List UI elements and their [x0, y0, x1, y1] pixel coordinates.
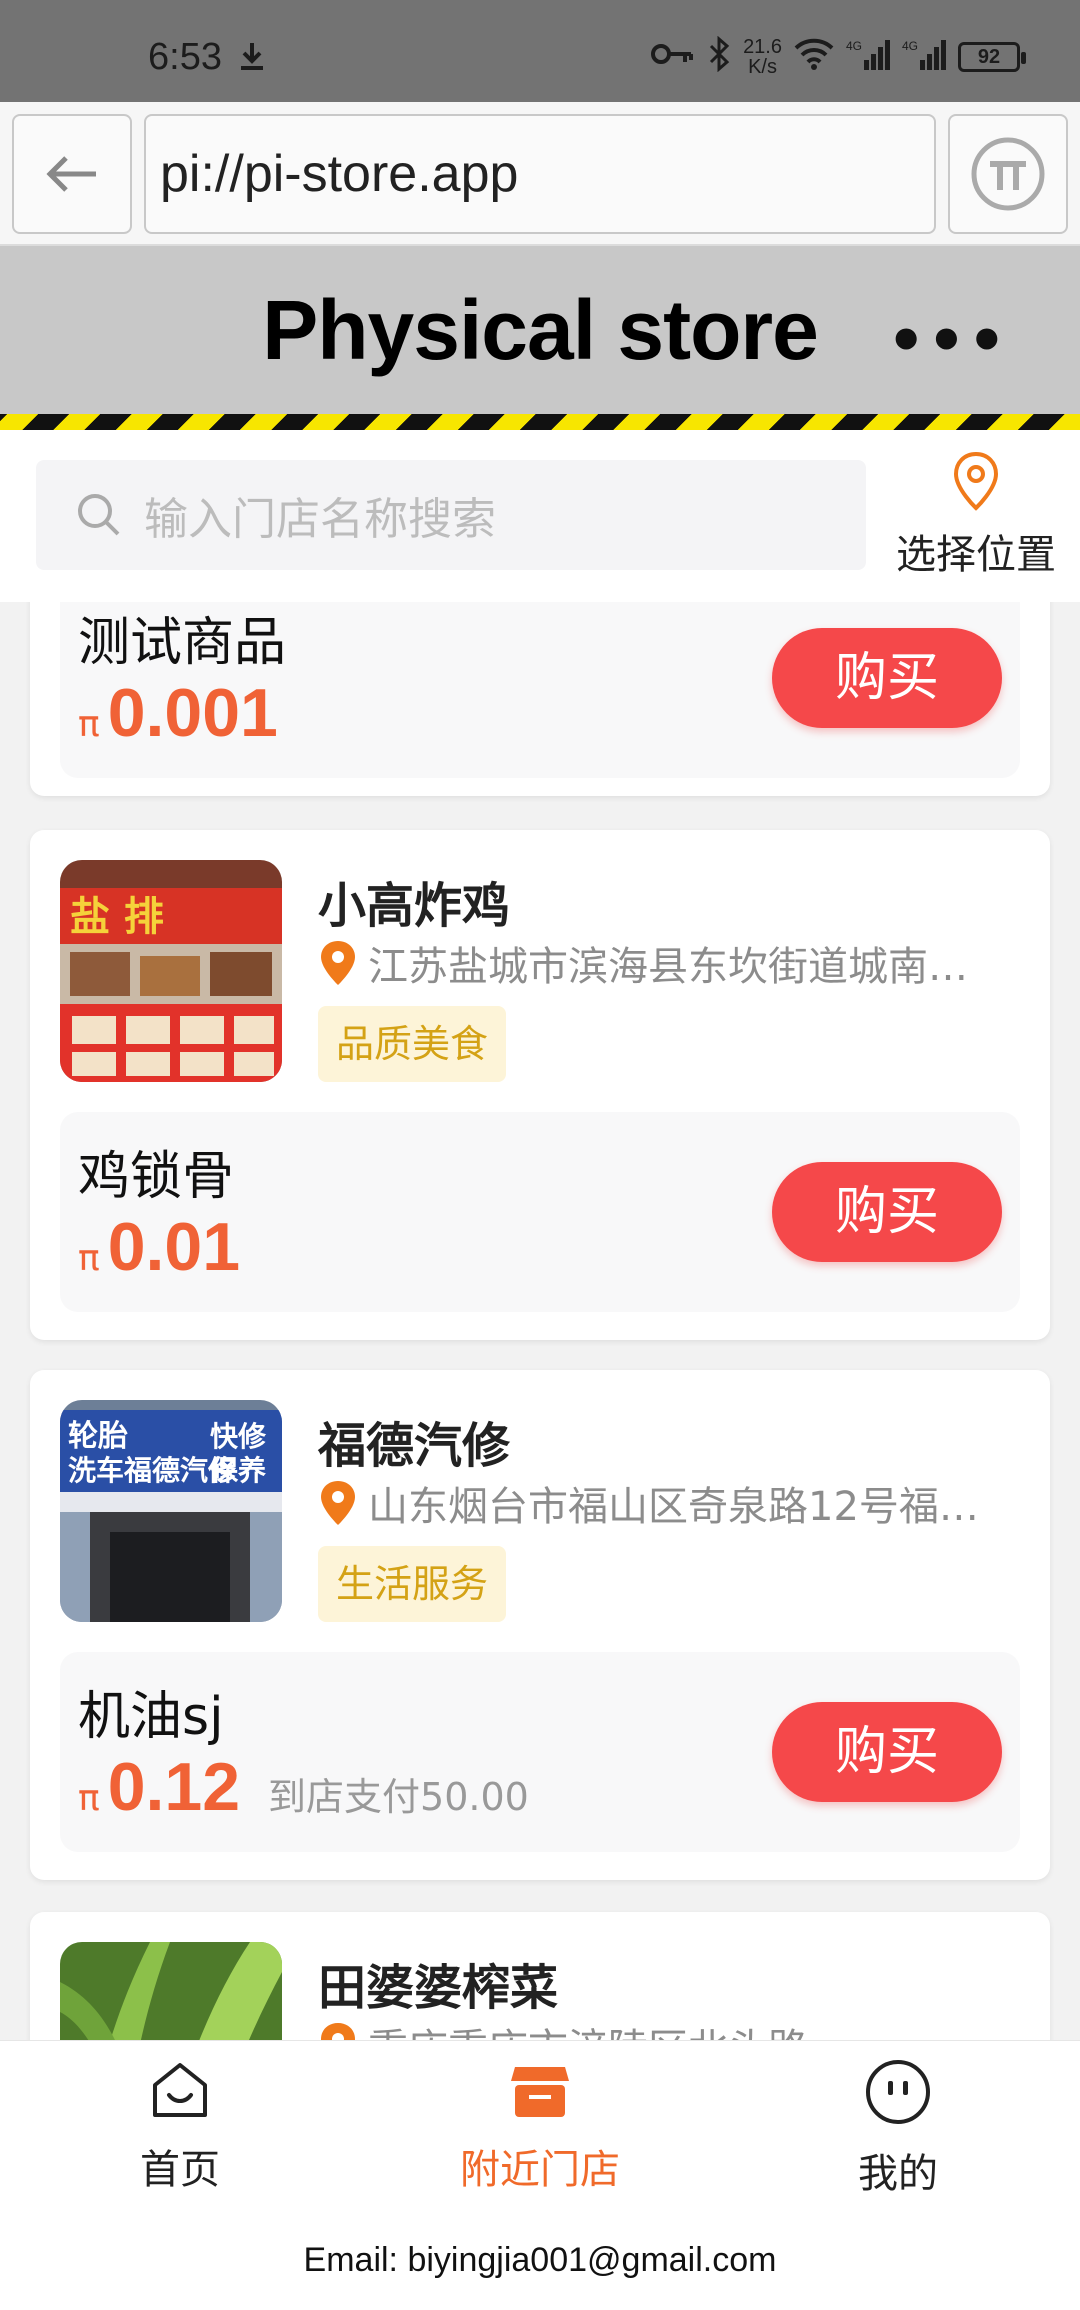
buy-button[interactable]: 购买: [772, 1162, 1002, 1262]
category-tag: 品质美食: [318, 1006, 507, 1082]
address-text: 江苏盐城市滨海县东坎街道城南…: [368, 944, 968, 990]
store-thumbnail: 轮胎 洗车福德汽修 快修 保养: [60, 1400, 282, 1622]
store-address: 江苏盐城市滨海县东坎街道城南…: [318, 934, 1018, 992]
url-field[interactable]: pi://pi-store.app: [144, 114, 936, 234]
store-card[interactable]: 田婆婆榨菜 重庆重庆市涪陵区北头路: [30, 1912, 1050, 2040]
more-menu-button[interactable]: •••: [887, 306, 1008, 376]
product-name: 鸡锁骨: [78, 1147, 235, 1207]
nav-nearby-stores[interactable]: 附近门店: [420, 2057, 660, 2195]
status-bar: 6:53 21.6 K/s 4G 4G 92: [0, 0, 1080, 102]
buy-button[interactable]: 购买: [772, 628, 1002, 728]
location-pin-icon: [321, 1481, 355, 1525]
home-icon: [153, 2063, 207, 2117]
product-row[interactable]: 机油sj π 0.12 到店支付50.00 购买: [60, 1652, 1020, 1852]
product-row[interactable]: 测试商品 π 0.001 购买: [60, 602, 1020, 778]
hazard-stripe: [0, 414, 1080, 430]
wifi-icon: [794, 38, 834, 75]
store-icon: [511, 2067, 569, 2117]
search-placeholder: 输入门店名称搜索: [144, 494, 496, 545]
net-speed: 21.6 K/s: [743, 35, 782, 78]
location-pin-icon: [953, 451, 999, 511]
nav-home-label: 首页: [140, 2147, 220, 2193]
key-icon: [651, 40, 695, 73]
product-row[interactable]: 鸡锁骨 π 0.01 购买: [60, 1112, 1020, 1312]
in-store-payment-note: 到店支付50.00: [268, 1775, 529, 1819]
signal-icon: 4G: [846, 38, 890, 75]
search-input[interactable]: 输入门店名称搜索: [36, 460, 866, 570]
svg-text:4G: 4G: [846, 39, 862, 53]
store-address: 山东烟台市福山区奇泉路12号福…: [318, 1474, 1018, 1532]
store-list[interactable]: 测试商品 π 0.001 购买 盐 排 小高炸鸡 江苏盐城市滨海县东坎街道城南……: [0, 602, 1080, 2040]
price-value: 0.01: [107, 1209, 241, 1285]
battery-icon: 92: [958, 41, 1026, 72]
download-icon: [236, 40, 268, 76]
signal-icon-2: 4G: [902, 38, 946, 75]
price-value: 0.001: [107, 675, 278, 751]
store-thumbnail: 盐 排: [60, 860, 282, 1082]
buy-button[interactable]: 购买: [772, 1702, 1002, 1802]
location-pin-icon: [321, 2023, 355, 2040]
product-price: π 0.001: [78, 674, 278, 752]
price-value: 0.12: [107, 1749, 241, 1825]
store-card: 测试商品 π 0.001 购买: [30, 602, 1050, 796]
pi-browser-button[interactable]: [948, 114, 1068, 234]
svg-text:轮胎: 轮胎: [68, 1419, 128, 1454]
search-row: 输入门店名称搜索 选择位置: [0, 430, 1080, 602]
profile-icon: [866, 2060, 930, 2124]
page-header: Physical store •••: [0, 246, 1080, 414]
store-thumbnail: [60, 1942, 282, 2040]
store-card[interactable]: 轮胎 洗车福德汽修 快修 保养 福德汽修 山东烟台市福山区奇泉路12号福… 生活…: [30, 1370, 1050, 1880]
address-text: 重庆重庆市涪陵区北头路: [368, 2016, 1008, 2040]
pi-symbol: π: [78, 1778, 100, 1819]
svg-text:保养: 保养: [210, 1454, 266, 1487]
store-name: 田婆婆榨菜: [318, 1960, 559, 2016]
arrow-left-icon: [46, 156, 96, 192]
nav-profile[interactable]: 我的: [778, 2057, 1018, 2199]
browser-bar: pi://pi-store.app: [0, 102, 1080, 246]
store-address: 重庆重庆市涪陵区北头路: [318, 2016, 1018, 2040]
svg-text:盐 排: 盐 排: [70, 894, 164, 940]
nav-profile-label: 我的: [858, 2151, 938, 2197]
status-time: 6:53: [148, 36, 222, 78]
product-name: 测试商品: [78, 613, 287, 673]
nav-home[interactable]: 首页: [60, 2057, 300, 2195]
address-text: 山东烟台市福山区奇泉路12号福…: [368, 1484, 979, 1530]
category-tag: 生活服务: [318, 1546, 507, 1622]
product-price: π 0.12 到店支付50.00: [78, 1748, 529, 1826]
location-pin-icon: [321, 941, 355, 985]
back-button[interactable]: [12, 114, 132, 234]
status-icons: 21.6 K/s 4G 4G 92: [651, 35, 1026, 78]
footer-email: Email: biyingjia001@gmail.com: [303, 2241, 777, 2279]
pi-symbol: π: [78, 1238, 100, 1279]
pi-symbol: π: [78, 704, 100, 745]
search-icon: [78, 494, 120, 536]
store-name: 福德汽修: [318, 1418, 511, 1474]
select-location-button[interactable]: 选择位置: [886, 450, 1066, 590]
bottom-nav: 首页 附近门店 我的 Email: biyingjia001@gmail.com: [0, 2040, 1080, 2310]
nav-nearby-stores-label: 附近门店: [460, 2147, 620, 2193]
svg-text:快修: 快修: [210, 1420, 267, 1453]
svg-text:4G: 4G: [902, 39, 918, 53]
product-name: 机油sj: [78, 1687, 224, 1747]
store-card[interactable]: 盐 排 小高炸鸡 江苏盐城市滨海县东坎街道城南… 品质美食 鸡锁骨 π 0.01…: [30, 830, 1050, 1340]
product-price: π 0.01: [78, 1208, 240, 1286]
store-name: 小高炸鸡: [318, 878, 511, 934]
pi-logo-icon: [971, 137, 1045, 211]
bluetooth-icon: [707, 35, 731, 77]
select-location-label: 选择位置: [896, 532, 1056, 578]
